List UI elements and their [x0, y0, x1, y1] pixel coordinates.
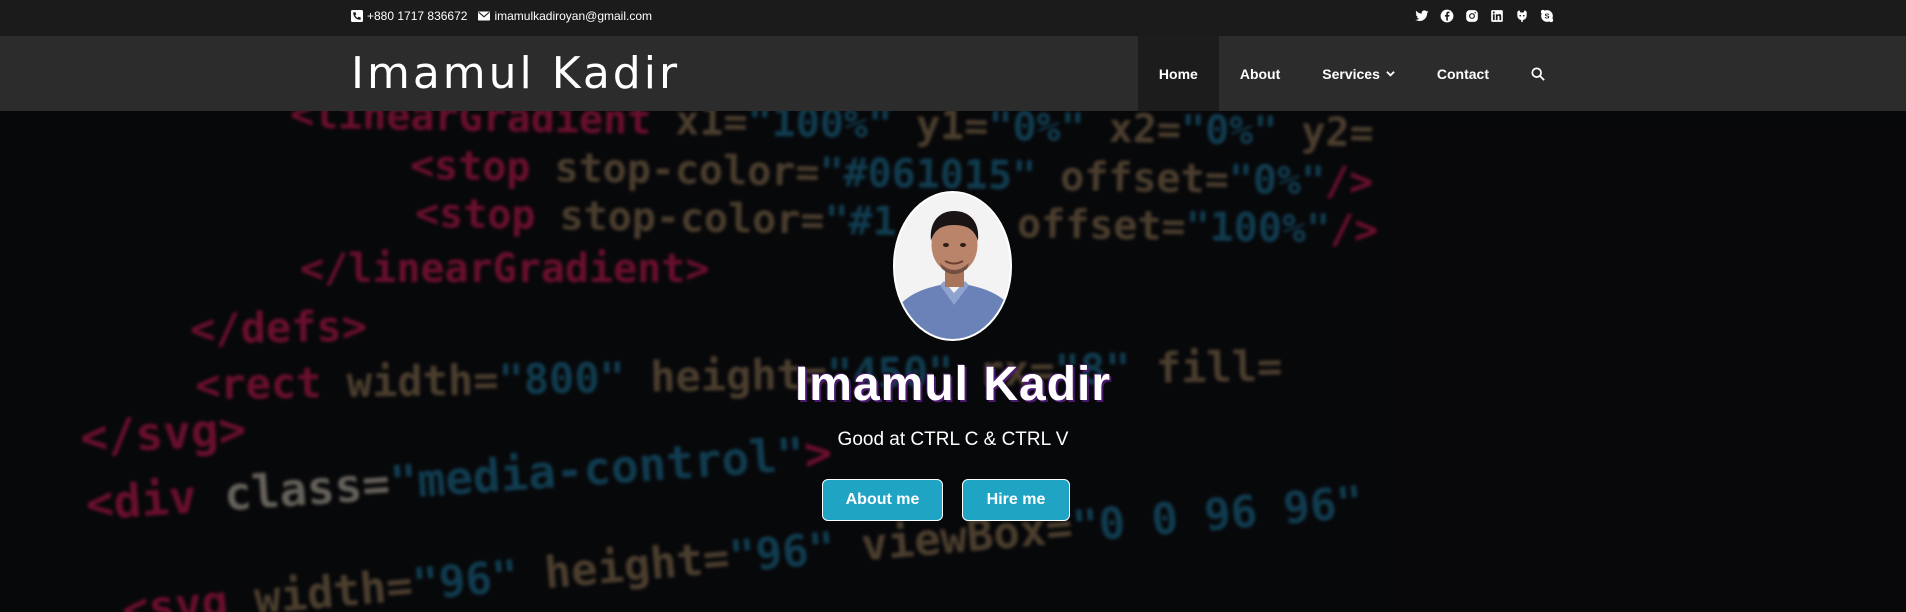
envelope-icon [478, 11, 491, 21]
linkedin-icon[interactable] [1490, 9, 1504, 23]
profile-portrait [895, 193, 1010, 339]
social-links: S [1404, 9, 1554, 23]
email-contact[interactable]: imamulkadiroyan@gmail.com [478, 9, 652, 23]
nav-contact-label: Contact [1436, 65, 1489, 82]
svg-text:S: S [1544, 12, 1549, 21]
nav-home-label: Home [1158, 65, 1198, 82]
phone-number: +880 1717 836672 [367, 9, 468, 23]
top-bar: +880 1717 836672 imamulkadiroyan@gmail.c… [0, 0, 1906, 36]
nav-contact[interactable]: Contact [1416, 36, 1510, 111]
hero-tagline: Good at CTRL C & CTRL V [837, 429, 1069, 450]
facebook-icon[interactable] [1440, 9, 1454, 23]
hero-name: Imamul Kadir [794, 358, 1112, 411]
hire-me-button[interactable]: Hire me [962, 479, 1070, 521]
search-icon [1531, 66, 1545, 81]
site-logo[interactable]: Imamul Kadir [351, 48, 680, 99]
profile-photo [893, 191, 1012, 341]
github-icon[interactable] [1515, 9, 1529, 23]
instagram-icon[interactable] [1465, 9, 1479, 23]
contact-info: +880 1717 836672 imamulkadiroyan@gmail.c… [351, 9, 663, 23]
site-header: Imamul Kadir Home About Services Contact [0, 36, 1906, 111]
phone-icon [351, 10, 363, 22]
chevron-down-icon [1386, 71, 1395, 77]
email-address: imamulkadiroyan@gmail.com [494, 9, 653, 23]
nav-home[interactable]: Home [1137, 36, 1219, 111]
phone-contact[interactable]: +880 1717 836672 [351, 9, 467, 23]
twitter-icon[interactable] [1415, 9, 1429, 23]
search-button[interactable] [1510, 36, 1554, 111]
nav-about[interactable]: About [1219, 36, 1301, 111]
skype-icon[interactable]: S [1540, 9, 1554, 23]
main-nav: Home About Services Contact [1137, 36, 1554, 111]
hero-section: <linearGradient x1="100%" y1="0%" x2="0%… [0, 111, 1906, 612]
about-me-button[interactable]: About me [822, 479, 943, 521]
nav-services-label: Services [1322, 65, 1380, 82]
nav-about-label: About [1239, 65, 1281, 82]
nav-services[interactable]: Services [1301, 36, 1416, 111]
